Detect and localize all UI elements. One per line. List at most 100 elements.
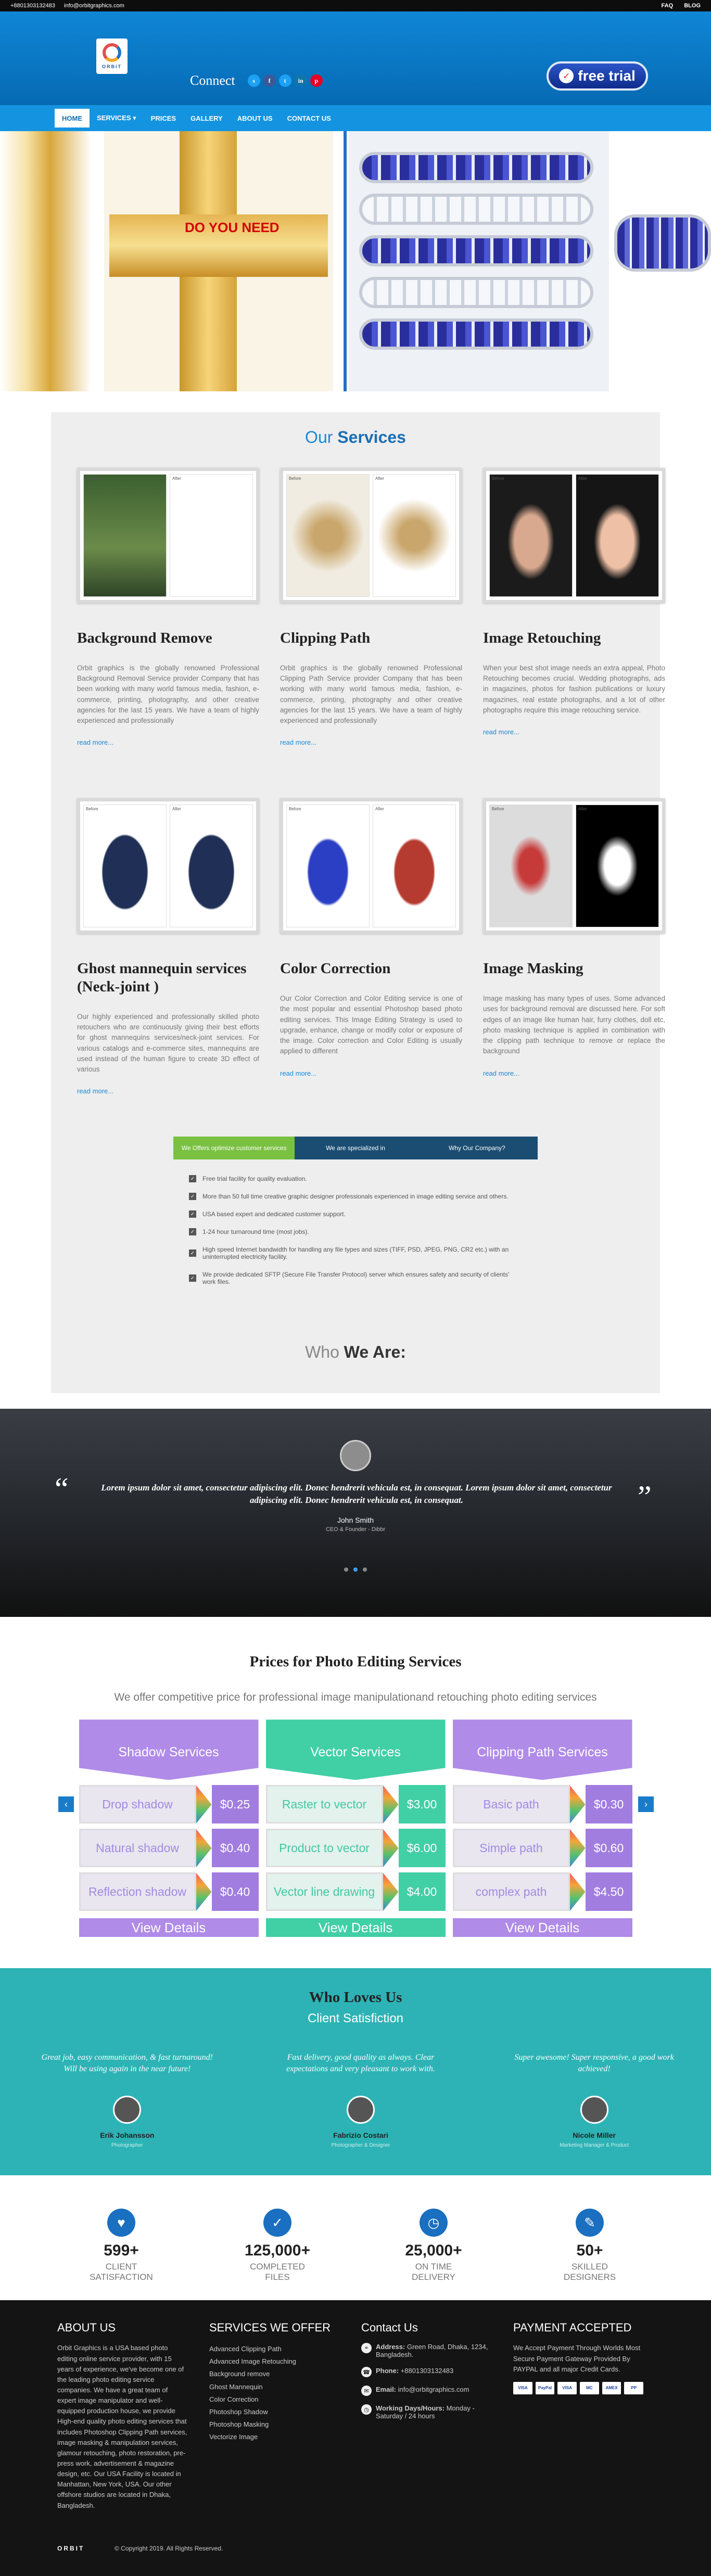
slider-dot[interactable] xyxy=(363,1567,367,1572)
price-row: Vector line drawing $4.00 xyxy=(265,1872,446,1911)
service-image-ghost-mannequin[interactable]: Before After xyxy=(77,798,259,934)
price-item-name: Simple path xyxy=(452,1829,570,1868)
nav-contact-us[interactable]: CONTACT US xyxy=(280,109,338,127)
footer-about: ABOUT US Orbit Graphics is a USA based p… xyxy=(57,2321,187,2510)
read-more-link[interactable]: read more... xyxy=(77,1087,259,1095)
footer-service-link[interactable]: Photoshop Shadow xyxy=(209,2406,339,2418)
footer-service-link[interactable]: Advanced Image Retouching xyxy=(209,2355,339,2368)
hero-slider[interactable]: DO YOU NEED xyxy=(0,131,711,391)
pinterest-icon[interactable]: p xyxy=(310,74,323,87)
facebook-icon[interactable]: f xyxy=(263,74,276,87)
blog-link[interactable]: BLOG xyxy=(684,3,701,9)
read-more-link[interactable]: read more... xyxy=(280,1069,462,1077)
tab-specialized[interactable]: We are specialized in xyxy=(295,1137,416,1160)
read-more-link[interactable]: read more... xyxy=(77,738,259,746)
phone-value[interactable]: +8801303132483 xyxy=(401,2367,454,2375)
nav-about-us[interactable]: ABOUT US xyxy=(230,109,280,127)
after-tag: After xyxy=(172,476,181,481)
service-text: Our Color Correction and Color Editing s… xyxy=(280,994,462,1055)
email-value[interactable]: info@orbitgraphics.com xyxy=(398,2386,469,2393)
visa-card-icon: VISA xyxy=(557,2381,577,2394)
linkedin-icon[interactable]: in xyxy=(294,74,307,87)
price-item-value: $0.60 xyxy=(585,1829,632,1868)
slider-dot[interactable] xyxy=(344,1567,348,1572)
stat-on-time-delivery: ◷ 25,000+ ON TIME DELIVERY xyxy=(395,2209,473,2282)
view-details-button[interactable]: View Details xyxy=(265,1918,446,1937)
skype-icon[interactable]: s xyxy=(247,74,260,87)
read-more-link[interactable]: read more... xyxy=(483,1069,665,1077)
footer-service-link[interactable]: Ghost Mannequin xyxy=(209,2381,339,2393)
after-tag: After xyxy=(578,476,587,481)
phone-link[interactable]: +8801303132483 xyxy=(10,3,55,9)
price-item-value: $0.30 xyxy=(585,1785,632,1824)
nav-services[interactable]: SERVICES ▾ xyxy=(90,109,144,127)
before-image: Before xyxy=(489,474,573,597)
tab-why-company[interactable]: Why Our Company? xyxy=(416,1137,538,1160)
arrow-decoration xyxy=(383,1872,399,1911)
check-icon: ✓ xyxy=(189,1210,196,1218)
service-image-retouching[interactable]: Before After xyxy=(483,468,665,603)
check-circle-icon: ✓ xyxy=(263,2209,291,2237)
footer-service-link[interactable]: Advanced Clipping Path xyxy=(209,2343,339,2355)
prev-arrow-icon[interactable]: ‹ xyxy=(58,1796,74,1813)
price-column-head: Clipping Path Services xyxy=(452,1719,632,1780)
footer-logo[interactable]: ORBIT xyxy=(57,2545,84,2552)
testimonial-slider: “ Lorem ipsum dolor sit amet, consectetu… xyxy=(0,1409,711,1617)
stat-label: ON TIME DELIVERY xyxy=(412,2262,455,2282)
clock-icon: ◷ xyxy=(361,2404,372,2415)
nav-gallery[interactable]: GALLERY xyxy=(183,109,230,127)
service-image-masking[interactable]: Before After xyxy=(483,798,665,934)
hours-label: Working Days/Hours: xyxy=(376,2404,445,2413)
arrow-decoration xyxy=(569,1785,586,1824)
view-details-button[interactable]: View Details xyxy=(79,1918,259,1937)
client-testimonials: Great job, easy communication, & fast tu… xyxy=(0,2052,711,2148)
price-row: Simple path $0.60 xyxy=(452,1829,632,1868)
avatar xyxy=(340,1440,371,1472)
footer-service-link[interactable]: Background remove xyxy=(209,2368,339,2380)
who-we-are-title: Who We Are: xyxy=(51,1343,660,1362)
top-contacts: +8801303132483 info@orbitgraphics.com xyxy=(10,3,132,9)
nav-home[interactable]: HOME xyxy=(55,109,90,127)
avatar xyxy=(346,2095,375,2124)
nav-prices[interactable]: PRICES xyxy=(144,109,183,127)
twitter-icon[interactable]: t xyxy=(278,74,291,87)
service-image-clipping-path[interactable]: Before After xyxy=(280,468,462,603)
email-link[interactable]: info@orbitgraphics.com xyxy=(64,3,124,9)
stat-label: SKILLED DESIGNERS xyxy=(563,2262,616,2282)
free-trial-button[interactable]: ✓ free trial xyxy=(547,61,648,91)
before-tag: Before xyxy=(289,807,301,812)
footer-service-link[interactable]: Color Correction xyxy=(209,2393,339,2406)
next-arrow-icon[interactable]: › xyxy=(638,1796,654,1813)
price-item-name: Basic path xyxy=(452,1785,570,1824)
service-card: Before After Clipping Path Orbit graphic… xyxy=(280,468,462,777)
before-tag: Before xyxy=(86,807,98,812)
after-image: After xyxy=(170,474,253,597)
tab-customer-services[interactable]: We Offers optimize customer services xyxy=(173,1137,295,1160)
footer-service-link[interactable]: Photoshop Masking xyxy=(209,2418,339,2431)
service-title: Ghost mannequin services (Neck-joint ) xyxy=(77,960,247,996)
faq-link[interactable]: FAQ xyxy=(662,3,674,9)
price-row: complex path $4.50 xyxy=(452,1872,632,1911)
site-logo[interactable]: ORBIT xyxy=(96,39,128,74)
hero-ring xyxy=(359,318,593,350)
stat-number: 50+ xyxy=(576,2242,603,2260)
footer-service-link[interactable]: Vectorize Image xyxy=(209,2431,339,2443)
services-title-main: Services xyxy=(337,428,406,447)
price-item-name: Drop shadow xyxy=(79,1785,196,1824)
stat-number: 25,000+ xyxy=(405,2242,462,2260)
price-column-head: Shadow Services xyxy=(79,1719,259,1780)
view-details-button[interactable]: View Details xyxy=(452,1918,632,1937)
slider-dots xyxy=(0,1567,711,1572)
check-icon: ✓ xyxy=(189,1249,196,1257)
read-more-link[interactable]: read more... xyxy=(483,728,665,736)
contact-address: ⌖ Address: Green Road, Dhaka, 1234, Bangl… xyxy=(361,2343,491,2358)
read-more-link[interactable]: read more... xyxy=(280,738,462,746)
service-image-background-remove[interactable]: Before After xyxy=(77,468,259,603)
client-name: Fabrizio Costari xyxy=(333,2131,388,2139)
stat-number: 125,000+ xyxy=(245,2242,310,2260)
slider-dot-active[interactable] xyxy=(353,1567,358,1572)
price-column-vector: Vector Services Raster to vector $3.00 Pr… xyxy=(265,1719,446,1937)
service-image-color-correction[interactable]: Before After xyxy=(280,798,462,934)
location-icon: ⌖ xyxy=(361,2343,372,2354)
service-card: Before After Ghost mannequin services (N… xyxy=(77,798,259,1126)
